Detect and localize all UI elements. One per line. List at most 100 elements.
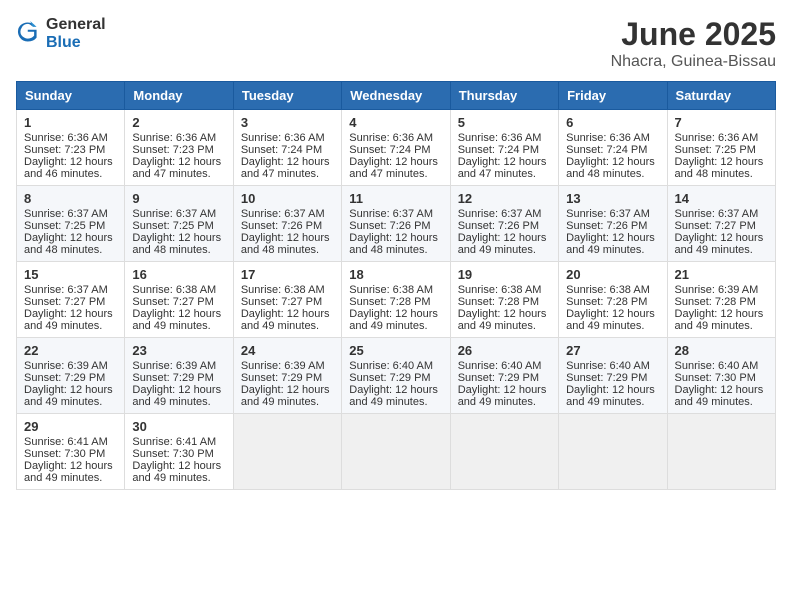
day-number: 12	[458, 191, 551, 206]
daylight-label: Daylight: 12 hours and 49 minutes.	[566, 232, 655, 256]
calendar-cell: 15 Sunrise: 6:37 AM Sunset: 7:27 PM Dayl…	[17, 262, 125, 338]
sunset-label: Sunset: 7:24 PM	[458, 144, 539, 156]
calendar-cell: 18 Sunrise: 6:38 AM Sunset: 7:28 PM Dayl…	[342, 262, 450, 338]
day-number: 16	[132, 267, 225, 282]
sunrise-label: Sunrise: 6:39 AM	[241, 360, 325, 372]
sunset-label: Sunset: 7:30 PM	[24, 448, 105, 460]
day-number: 25	[349, 343, 442, 358]
day-number: 28	[675, 343, 768, 358]
day-number: 13	[566, 191, 659, 206]
sunrise-label: Sunrise: 6:37 AM	[132, 208, 216, 220]
sunset-label: Sunset: 7:23 PM	[24, 144, 105, 156]
daylight-label: Daylight: 12 hours and 49 minutes.	[241, 384, 330, 408]
sunrise-label: Sunrise: 6:37 AM	[24, 284, 108, 296]
calendar-cell: 9 Sunrise: 6:37 AM Sunset: 7:25 PM Dayli…	[125, 186, 233, 262]
col-friday: Friday	[559, 82, 667, 110]
calendar-cell: 29 Sunrise: 6:41 AM Sunset: 7:30 PM Dayl…	[17, 414, 125, 490]
day-number: 22	[24, 343, 117, 358]
calendar-cell: 20 Sunrise: 6:38 AM Sunset: 7:28 PM Dayl…	[559, 262, 667, 338]
day-number: 18	[349, 267, 442, 282]
day-number: 23	[132, 343, 225, 358]
sunrise-label: Sunrise: 6:37 AM	[675, 208, 759, 220]
col-sunday: Sunday	[17, 82, 125, 110]
day-number: 26	[458, 343, 551, 358]
calendar-cell: 6 Sunrise: 6:36 AM Sunset: 7:24 PM Dayli…	[559, 110, 667, 186]
sunset-label: Sunset: 7:28 PM	[458, 296, 539, 308]
sunset-label: Sunset: 7:27 PM	[675, 220, 756, 232]
day-number: 10	[241, 191, 334, 206]
sunset-label: Sunset: 7:27 PM	[24, 296, 105, 308]
sunset-label: Sunset: 7:27 PM	[132, 296, 213, 308]
calendar-cell: 23 Sunrise: 6:39 AM Sunset: 7:29 PM Dayl…	[125, 338, 233, 414]
daylight-label: Daylight: 12 hours and 47 minutes.	[132, 156, 221, 180]
calendar-row: 15 Sunrise: 6:37 AM Sunset: 7:27 PM Dayl…	[17, 262, 776, 338]
sunset-label: Sunset: 7:29 PM	[132, 372, 213, 384]
sunrise-label: Sunrise: 6:39 AM	[132, 360, 216, 372]
day-number: 2	[132, 115, 225, 130]
day-number: 1	[24, 115, 117, 130]
calendar-cell: 12 Sunrise: 6:37 AM Sunset: 7:26 PM Dayl…	[450, 186, 558, 262]
sunrise-label: Sunrise: 6:37 AM	[566, 208, 650, 220]
calendar-cell: 14 Sunrise: 6:37 AM Sunset: 7:27 PM Dayl…	[667, 186, 775, 262]
sunrise-label: Sunrise: 6:40 AM	[458, 360, 542, 372]
sunset-label: Sunset: 7:28 PM	[349, 296, 430, 308]
calendar-cell: 13 Sunrise: 6:37 AM Sunset: 7:26 PM Dayl…	[559, 186, 667, 262]
calendar-cell: 22 Sunrise: 6:39 AM Sunset: 7:29 PM Dayl…	[17, 338, 125, 414]
daylight-label: Daylight: 12 hours and 48 minutes.	[675, 156, 764, 180]
sunset-label: Sunset: 7:29 PM	[349, 372, 430, 384]
sunrise-label: Sunrise: 6:36 AM	[675, 132, 759, 144]
logo-general: General	[46, 16, 106, 33]
day-number: 11	[349, 191, 442, 206]
daylight-label: Daylight: 12 hours and 49 minutes.	[132, 384, 221, 408]
sunset-label: Sunset: 7:28 PM	[566, 296, 647, 308]
sunrise-label: Sunrise: 6:38 AM	[132, 284, 216, 296]
sunset-label: Sunset: 7:26 PM	[349, 220, 430, 232]
sunset-label: Sunset: 7:23 PM	[132, 144, 213, 156]
calendar-cell: 26 Sunrise: 6:40 AM Sunset: 7:29 PM Dayl…	[450, 338, 558, 414]
day-number: 6	[566, 115, 659, 130]
sunset-label: Sunset: 7:29 PM	[241, 372, 322, 384]
calendar-cell	[667, 414, 775, 490]
logo-blue: Blue	[46, 34, 81, 51]
daylight-label: Daylight: 12 hours and 49 minutes.	[24, 384, 113, 408]
sunset-label: Sunset: 7:24 PM	[349, 144, 430, 156]
sunset-label: Sunset: 7:24 PM	[241, 144, 322, 156]
daylight-label: Daylight: 12 hours and 49 minutes.	[24, 308, 113, 332]
sunset-label: Sunset: 7:30 PM	[132, 448, 213, 460]
col-monday: Monday	[125, 82, 233, 110]
calendar-cell: 19 Sunrise: 6:38 AM Sunset: 7:28 PM Dayl…	[450, 262, 558, 338]
calendar-cell	[559, 414, 667, 490]
sunrise-label: Sunrise: 6:36 AM	[241, 132, 325, 144]
day-number: 21	[675, 267, 768, 282]
sunrise-label: Sunrise: 6:37 AM	[24, 208, 108, 220]
day-number: 19	[458, 267, 551, 282]
calendar-row: 29 Sunrise: 6:41 AM Sunset: 7:30 PM Dayl…	[17, 414, 776, 490]
sunset-label: Sunset: 7:29 PM	[566, 372, 647, 384]
calendar-cell	[233, 414, 341, 490]
calendar-cell: 2 Sunrise: 6:36 AM Sunset: 7:23 PM Dayli…	[125, 110, 233, 186]
sunset-label: Sunset: 7:27 PM	[241, 296, 322, 308]
sunset-label: Sunset: 7:25 PM	[675, 144, 756, 156]
sunrise-label: Sunrise: 6:39 AM	[24, 360, 108, 372]
daylight-label: Daylight: 12 hours and 48 minutes.	[24, 232, 113, 256]
day-number: 7	[675, 115, 768, 130]
sunset-label: Sunset: 7:24 PM	[566, 144, 647, 156]
title-area: June 2025 Nhacra, Guinea-Bissau	[611, 16, 776, 71]
sunrise-label: Sunrise: 6:36 AM	[458, 132, 542, 144]
calendar-cell: 3 Sunrise: 6:36 AM Sunset: 7:24 PM Dayli…	[233, 110, 341, 186]
sunrise-label: Sunrise: 6:38 AM	[241, 284, 325, 296]
daylight-label: Daylight: 12 hours and 49 minutes.	[458, 384, 547, 408]
calendar-cell	[342, 414, 450, 490]
daylight-label: Daylight: 12 hours and 49 minutes.	[458, 308, 547, 332]
sunset-label: Sunset: 7:26 PM	[458, 220, 539, 232]
daylight-label: Daylight: 12 hours and 49 minutes.	[241, 308, 330, 332]
day-number: 4	[349, 115, 442, 130]
daylight-label: Daylight: 12 hours and 49 minutes.	[566, 308, 655, 332]
calendar-cell: 17 Sunrise: 6:38 AM Sunset: 7:27 PM Dayl…	[233, 262, 341, 338]
sunset-label: Sunset: 7:26 PM	[566, 220, 647, 232]
sunrise-label: Sunrise: 6:38 AM	[349, 284, 433, 296]
calendar-cell: 4 Sunrise: 6:36 AM Sunset: 7:24 PM Dayli…	[342, 110, 450, 186]
sunrise-label: Sunrise: 6:37 AM	[241, 208, 325, 220]
col-wednesday: Wednesday	[342, 82, 450, 110]
calendar-cell: 8 Sunrise: 6:37 AM Sunset: 7:25 PM Dayli…	[17, 186, 125, 262]
